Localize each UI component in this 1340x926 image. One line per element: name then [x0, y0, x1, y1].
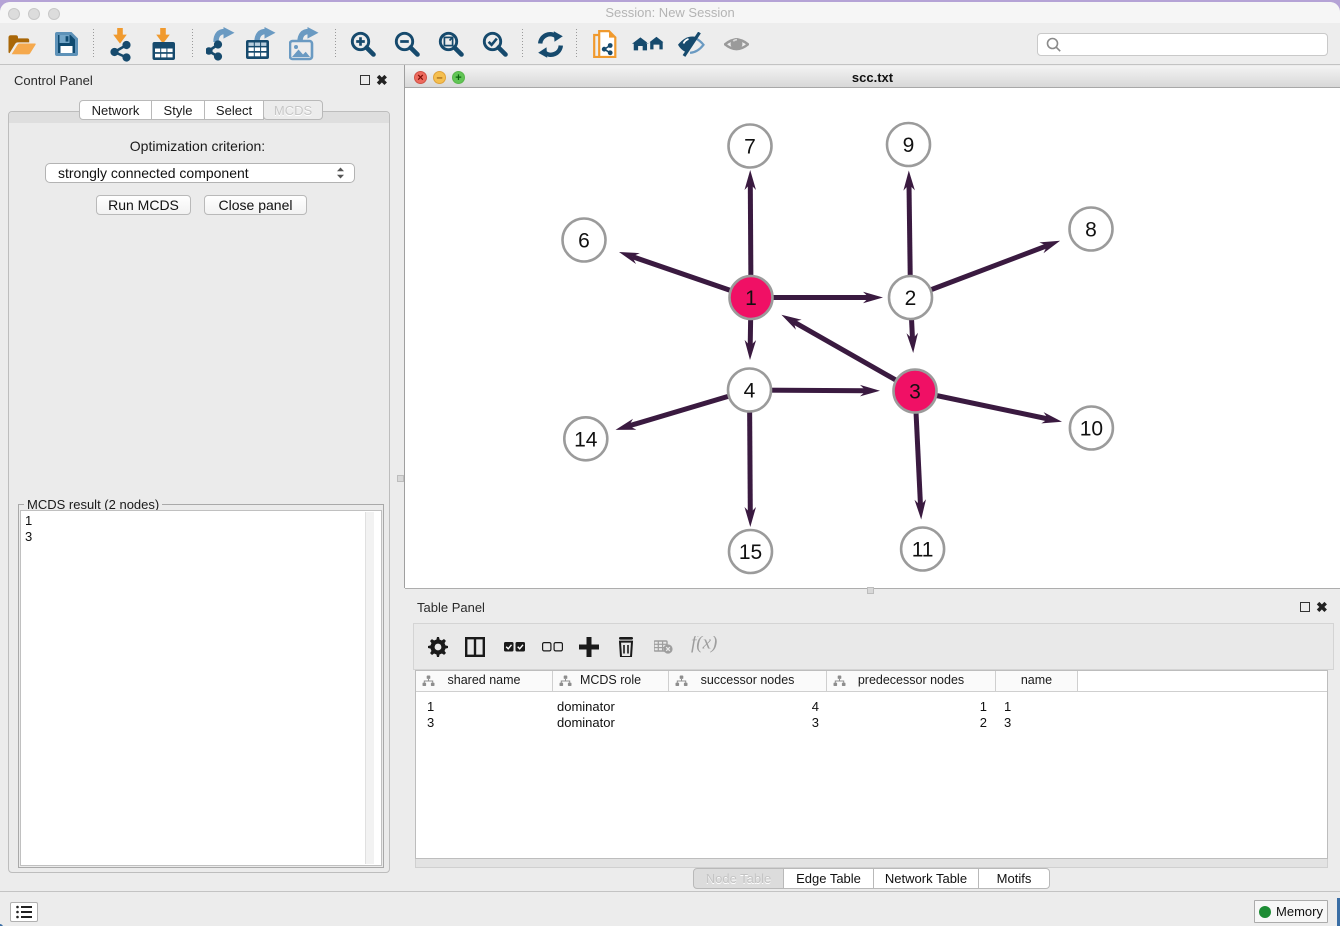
svg-text:4: 4	[744, 380, 756, 403]
svg-text:9: 9	[903, 134, 915, 157]
svg-text:6: 6	[578, 230, 590, 253]
svg-text:15: 15	[739, 541, 762, 564]
svg-text:10: 10	[1080, 418, 1103, 441]
svg-text:2: 2	[905, 287, 917, 310]
svg-text:8: 8	[1085, 219, 1097, 242]
svg-text:1: 1	[745, 287, 757, 310]
svg-text:3: 3	[909, 381, 921, 404]
svg-text:7: 7	[744, 136, 756, 159]
svg-text:14: 14	[574, 428, 598, 451]
svg-text:f(x): f(x)	[691, 636, 717, 653]
svg-text:11: 11	[912, 539, 934, 562]
